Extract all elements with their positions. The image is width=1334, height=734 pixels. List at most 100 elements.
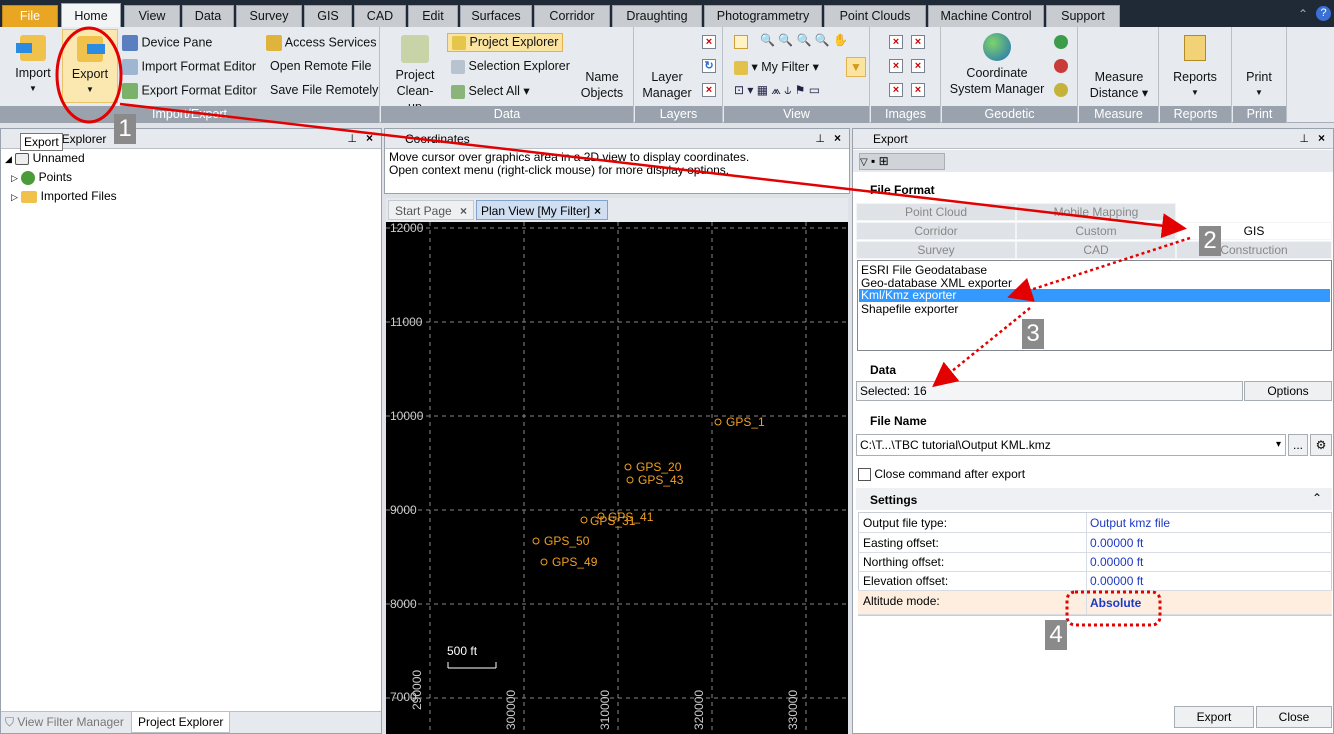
name-objects-button[interactable]: Name Objects <box>577 69 627 101</box>
start-page-close-icon[interactable]: × <box>460 201 467 221</box>
file-path-input[interactable]: C:\T...\TBC tutorial\Output KML.kmz ▾ <box>856 434 1286 456</box>
format-corridor[interactable]: Corridor <box>856 222 1016 240</box>
tab-plan-view[interactable]: Plan View [My Filter] × <box>476 200 608 220</box>
geodetic-globe-icon-2[interactable] <box>1054 59 1068 73</box>
tab-view-filter-manager[interactable]: ⛉ View Filter Manager <box>5 715 124 730</box>
tree-node-unnamed[interactable]: ◢ Unnamed <box>5 151 85 165</box>
tab-photogrammetry[interactable]: Photogrammetry <box>704 5 822 27</box>
selection-explorer-button[interactable]: Selection Explorer <box>451 59 570 74</box>
open-remote-file-button[interactable]: Open Remote File <box>270 59 371 73</box>
access-services-button[interactable]: Access Services <box>266 35 377 51</box>
close-button[interactable]: Close <box>1256 706 1332 728</box>
output-file-type-value[interactable]: Output kmz file <box>1090 513 1170 533</box>
image-close-icon-5[interactable]: × <box>889 83 903 97</box>
export-action-button[interactable]: Export <box>1174 706 1254 728</box>
point-gps-31[interactable]: GPS_31 <box>590 514 635 528</box>
tab-survey[interactable]: Survey <box>236 5 302 27</box>
project-explorer-button[interactable]: Project Explorer <box>447 33 564 52</box>
options-button[interactable]: Options <box>1244 381 1332 401</box>
point-gps-20[interactable]: GPS_20 <box>636 460 681 474</box>
my-filter-dropdown[interactable]: ▾ My Filter ▾ <box>734 59 819 75</box>
export-button[interactable]: Export ▼ <box>62 29 118 103</box>
setting-row-output-file-type[interactable]: Output file type: Output kmz file <box>858 513 1332 533</box>
layer-refresh-icon[interactable]: ↻ <box>702 59 716 73</box>
select-all-button[interactable]: Select All ▾ <box>451 83 530 99</box>
elevation-offset-value[interactable]: 0.00000 ft <box>1090 571 1143 591</box>
export-format-editor-button[interactable]: Export Format Editor <box>122 83 257 99</box>
tree-node-points[interactable]: ▷ Points <box>11 170 72 185</box>
tab-surfaces[interactable]: Surfaces <box>460 5 532 27</box>
northing-offset-value[interactable]: 0.00000 ft <box>1090 552 1143 572</box>
tab-draughting[interactable]: Draughting <box>612 5 702 27</box>
setting-row-altitude-mode[interactable]: Altitude mode: Absolute <box>858 591 1332 615</box>
coordinates-close-icon[interactable]: × <box>834 131 841 145</box>
format-cad[interactable]: CAD <box>1016 241 1176 259</box>
easting-offset-value[interactable]: 0.00000 ft <box>1090 533 1143 553</box>
import-button[interactable]: Import ▼ <box>10 35 56 97</box>
point-gps-1[interactable]: GPS_1 <box>726 415 765 429</box>
file-path-dropdown-icon[interactable]: ▾ <box>1276 435 1281 455</box>
format-custom[interactable]: Custom <box>1016 222 1176 240</box>
close-icon[interactable]: × <box>366 131 373 145</box>
coordinate-system-manager-button[interactable]: Coordinate System Manager <box>946 33 1048 97</box>
settings-header[interactable]: Settings ⌃ <box>856 488 1332 510</box>
setting-row-northing-offset[interactable]: Northing offset: 0.00000 ft <box>858 552 1332 572</box>
altitude-mode-value[interactable]: Absolute <box>1090 593 1141 613</box>
exporter-shapefile[interactable]: Shapefile exporter <box>861 302 958 316</box>
point-gps-50[interactable]: GPS_50 <box>544 534 589 548</box>
format-survey[interactable]: Survey <box>856 241 1016 259</box>
help-icon[interactable]: ? <box>1316 6 1331 21</box>
exporter-kml-kmz[interactable]: Kml/Kmz exporter <box>859 289 1330 302</box>
view-display-tools-icon[interactable]: ⊡ ▾ ▦ ⩕ ⫝ ⚑ ▭ <box>734 83 864 99</box>
tab-file[interactable]: File <box>2 5 58 27</box>
collapse-ribbon-icon[interactable]: ⌃ <box>1298 7 1308 21</box>
browse-button[interactable]: ... <box>1288 434 1308 456</box>
tab-edit[interactable]: Edit <box>408 5 458 27</box>
layer-delete-icon[interactable]: × <box>702 83 716 97</box>
print-button[interactable]: Print ▼ <box>1237 69 1281 101</box>
tab-machine-control[interactable]: Machine Control <box>928 5 1044 27</box>
project-cleanup-button[interactable]: Project Clean-up <box>387 35 443 115</box>
zoom-tools-icon[interactable]: 🔍 🔍 🔍 🔍 ✋ <box>760 33 864 49</box>
measure-distance-button[interactable]: Measure Distance ▾ <box>1085 69 1153 101</box>
save-file-remotely-button[interactable]: Save File Remotely <box>270 83 378 97</box>
point-gps-49[interactable]: GPS_49 <box>552 555 597 569</box>
tab-project-explorer[interactable]: Project Explorer <box>131 712 231 733</box>
device-pane-button[interactable]: Device Pane <box>122 35 212 51</box>
export-toolbar-icons[interactable]: ▽ ▪ ⊞ <box>859 153 945 170</box>
image-close-icon-3[interactable]: × <box>889 59 903 73</box>
setting-row-elevation-offset[interactable]: Elevation offset: 0.00000 ft <box>858 571 1332 591</box>
format-point-cloud[interactable]: Point Cloud <box>856 203 1016 221</box>
image-close-icon-1[interactable]: × <box>889 35 903 49</box>
image-close-icon-2[interactable]: × <box>911 35 925 49</box>
tab-view[interactable]: View <box>124 5 180 27</box>
point-gps-43[interactable]: GPS_43 <box>638 473 683 487</box>
tab-home[interactable]: Home <box>61 3 121 27</box>
setting-row-easting-offset[interactable]: Easting offset: 0.00000 ft <box>858 533 1332 553</box>
plan-view-close-icon[interactable]: × <box>594 201 601 221</box>
collapse-settings-icon[interactable]: ⌃ <box>1312 491 1322 505</box>
geodetic-globe-icon-1[interactable] <box>1054 35 1068 49</box>
tab-corridor[interactable]: Corridor <box>534 5 610 27</box>
layer-close-icon[interactable]: × <box>702 35 716 49</box>
reports-button[interactable]: Reports ▼ <box>1166 35 1224 101</box>
tab-gis[interactable]: GIS <box>304 5 352 27</box>
layer-manager-button[interactable]: Layer Manager <box>641 69 693 101</box>
format-mobile-mapping[interactable]: Mobile Mapping <box>1016 203 1176 221</box>
tab-cad[interactable]: CAD <box>354 5 406 27</box>
pin-icon[interactable]: ⊥ <box>347 132 357 145</box>
funnel-icon[interactable]: ▼ <box>846 57 866 77</box>
view-frame-icon[interactable] <box>734 35 748 49</box>
exporter-esri-file-geodatabase[interactable]: ESRI File Geodatabase <box>861 263 987 277</box>
plan-view-canvas[interactable]: 12000 11000 10000 9000 8000 7000 290000 … <box>386 221 848 734</box>
tab-point-clouds[interactable]: Point Clouds <box>824 5 926 27</box>
close-after-export-checkbox[interactable]: Close command after export <box>858 467 1025 482</box>
tab-data[interactable]: Data <box>182 5 234 27</box>
checkbox-box[interactable] <box>858 468 871 482</box>
exporter-list[interactable]: ESRI File Geodatabase Geo-database XML e… <box>857 260 1332 351</box>
tree-node-imported-files[interactable]: ▷ Imported Files <box>11 189 117 203</box>
tab-support[interactable]: Support <box>1046 5 1120 27</box>
file-options-icon[interactable]: ⚙ <box>1310 434 1332 456</box>
image-close-icon-6[interactable]: × <box>911 83 925 97</box>
coordinates-pin-icon[interactable]: ⊥ <box>815 132 825 145</box>
